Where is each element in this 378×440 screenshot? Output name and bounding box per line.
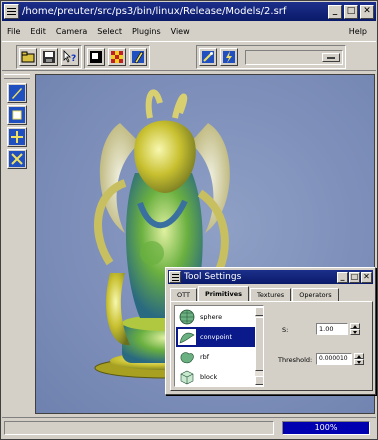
scroll-up-icon[interactable] xyxy=(255,307,263,316)
square-select-icon xyxy=(90,51,102,63)
toolbar-grip[interactable] xyxy=(4,74,30,79)
chevron-down-icon[interactable] xyxy=(322,53,340,62)
threshold-value-stepper[interactable] xyxy=(354,353,364,365)
close-icon[interactable]: ✕ xyxy=(360,4,374,19)
menu-help[interactable]: Help xyxy=(344,27,372,36)
status-message xyxy=(4,421,274,435)
move-arrows-icon xyxy=(9,129,25,145)
window-menu-icon[interactable] xyxy=(169,271,181,283)
window-menu-icon[interactable] xyxy=(4,4,19,19)
rectangle-tool-button[interactable] xyxy=(7,105,27,125)
lightning-icon xyxy=(223,51,235,63)
svg-text:?: ? xyxy=(71,54,76,64)
help-button[interactable]: ? xyxy=(61,48,79,66)
menu-file[interactable]: File xyxy=(2,27,25,36)
scroll-thumb[interactable] xyxy=(255,317,263,371)
status-bar: 100% xyxy=(2,417,376,437)
menu-camera[interactable]: Camera xyxy=(51,27,92,36)
wand-button[interactable] xyxy=(199,48,217,66)
menu-plugins[interactable]: Plugins xyxy=(127,27,166,36)
close-icon[interactable]: ✕ xyxy=(361,271,372,283)
progress-label: 100% xyxy=(314,423,338,432)
title-bar[interactable]: /home/preuter/src/ps3/bin/linux/Release/… xyxy=(2,2,376,21)
primitive-label: block xyxy=(200,373,218,381)
primitive-list-scrollbar[interactable] xyxy=(255,307,263,385)
threshold-label: Threshold: xyxy=(278,356,313,364)
s-label: S: xyxy=(282,326,289,334)
view-toolbar-group xyxy=(84,45,150,69)
rbf-icon xyxy=(180,352,194,364)
delete-tool-button[interactable] xyxy=(7,149,27,169)
tab-operators[interactable]: Operators xyxy=(292,288,339,301)
plugin-combo[interactable] xyxy=(245,50,343,65)
menu-edit[interactable]: Edit xyxy=(25,27,51,36)
rectangle-icon xyxy=(9,107,25,123)
scroll-down-icon[interactable] xyxy=(255,376,263,385)
list-item[interactable]: sphere xyxy=(176,307,255,327)
s-value-stepper[interactable] xyxy=(350,323,360,335)
texture-mode-button[interactable] xyxy=(108,48,126,66)
left-toolbar xyxy=(3,74,33,404)
open-folder-icon xyxy=(21,51,35,63)
pencil-icon xyxy=(9,85,25,101)
primitive-label: convpoint xyxy=(200,333,233,341)
save-button[interactable] xyxy=(40,48,58,66)
main-toolbar: ? xyxy=(2,41,376,71)
select-mode-button[interactable] xyxy=(87,48,105,66)
primitive-label: sphere xyxy=(200,313,223,321)
primitive-list[interactable]: sphere convpoint rbf block xyxy=(174,305,264,387)
menu-bar: File Edit Camera Select Plugins View Hel… xyxy=(2,22,376,40)
primitive-label: rbf xyxy=(200,353,210,361)
menu-select[interactable]: Select xyxy=(92,27,127,36)
move-tool-button[interactable] xyxy=(7,127,27,147)
help-pointer-icon: ? xyxy=(63,50,76,64)
open-button[interactable] xyxy=(19,48,37,66)
file-toolbar-group: ? xyxy=(16,45,82,69)
convpoint-icon xyxy=(178,329,196,345)
tab-ott[interactable]: OTT xyxy=(170,288,197,301)
draw-tool-button[interactable] xyxy=(7,83,27,103)
delete-x-icon xyxy=(9,151,25,167)
save-disk-icon xyxy=(43,51,55,63)
s-value-input[interactable]: 1.00 xyxy=(316,323,348,335)
tool-settings-title-bar[interactable]: Tool Settings _ □ ✕ xyxy=(168,270,373,284)
window-title: /home/preuter/src/ps3/bin/linux/Release/… xyxy=(22,6,287,17)
stepper-down-icon[interactable] xyxy=(354,359,364,365)
main-window: /home/preuter/src/ps3/bin/linux/Release/… xyxy=(0,0,378,440)
tool-settings-title: Tool Settings xyxy=(184,272,242,282)
minimize-icon[interactable]: _ xyxy=(337,271,348,283)
menu-view[interactable]: View xyxy=(166,27,195,36)
stepper-down-icon[interactable] xyxy=(350,329,360,335)
block-icon xyxy=(180,370,194,385)
list-item[interactable]: convpoint xyxy=(176,327,255,347)
checker-icon xyxy=(111,51,123,63)
wand-icon xyxy=(202,51,214,63)
sphere-icon xyxy=(179,309,195,325)
progress-bar: 100% xyxy=(282,421,370,435)
lightning-button[interactable] xyxy=(220,48,238,66)
list-item[interactable]: rbf xyxy=(176,347,255,367)
maximize-icon[interactable]: □ xyxy=(344,4,358,19)
threshold-value-input[interactable]: 0.000010 xyxy=(316,353,352,365)
tab-textures[interactable]: Textures xyxy=(250,288,292,301)
minimize-icon[interactable]: _ xyxy=(328,4,342,19)
paint-mode-button[interactable] xyxy=(129,48,147,66)
maximize-icon[interactable]: □ xyxy=(349,271,360,283)
tool-settings-window: Tool Settings _ □ ✕ OTT Primitives Textu… xyxy=(165,267,376,395)
tab-primitives[interactable]: Primitives xyxy=(197,286,250,301)
pen-tool-icon xyxy=(132,51,144,64)
tool-settings-tabs: OTT Primitives Textures Operators xyxy=(170,286,340,301)
list-item[interactable]: block xyxy=(176,367,255,386)
